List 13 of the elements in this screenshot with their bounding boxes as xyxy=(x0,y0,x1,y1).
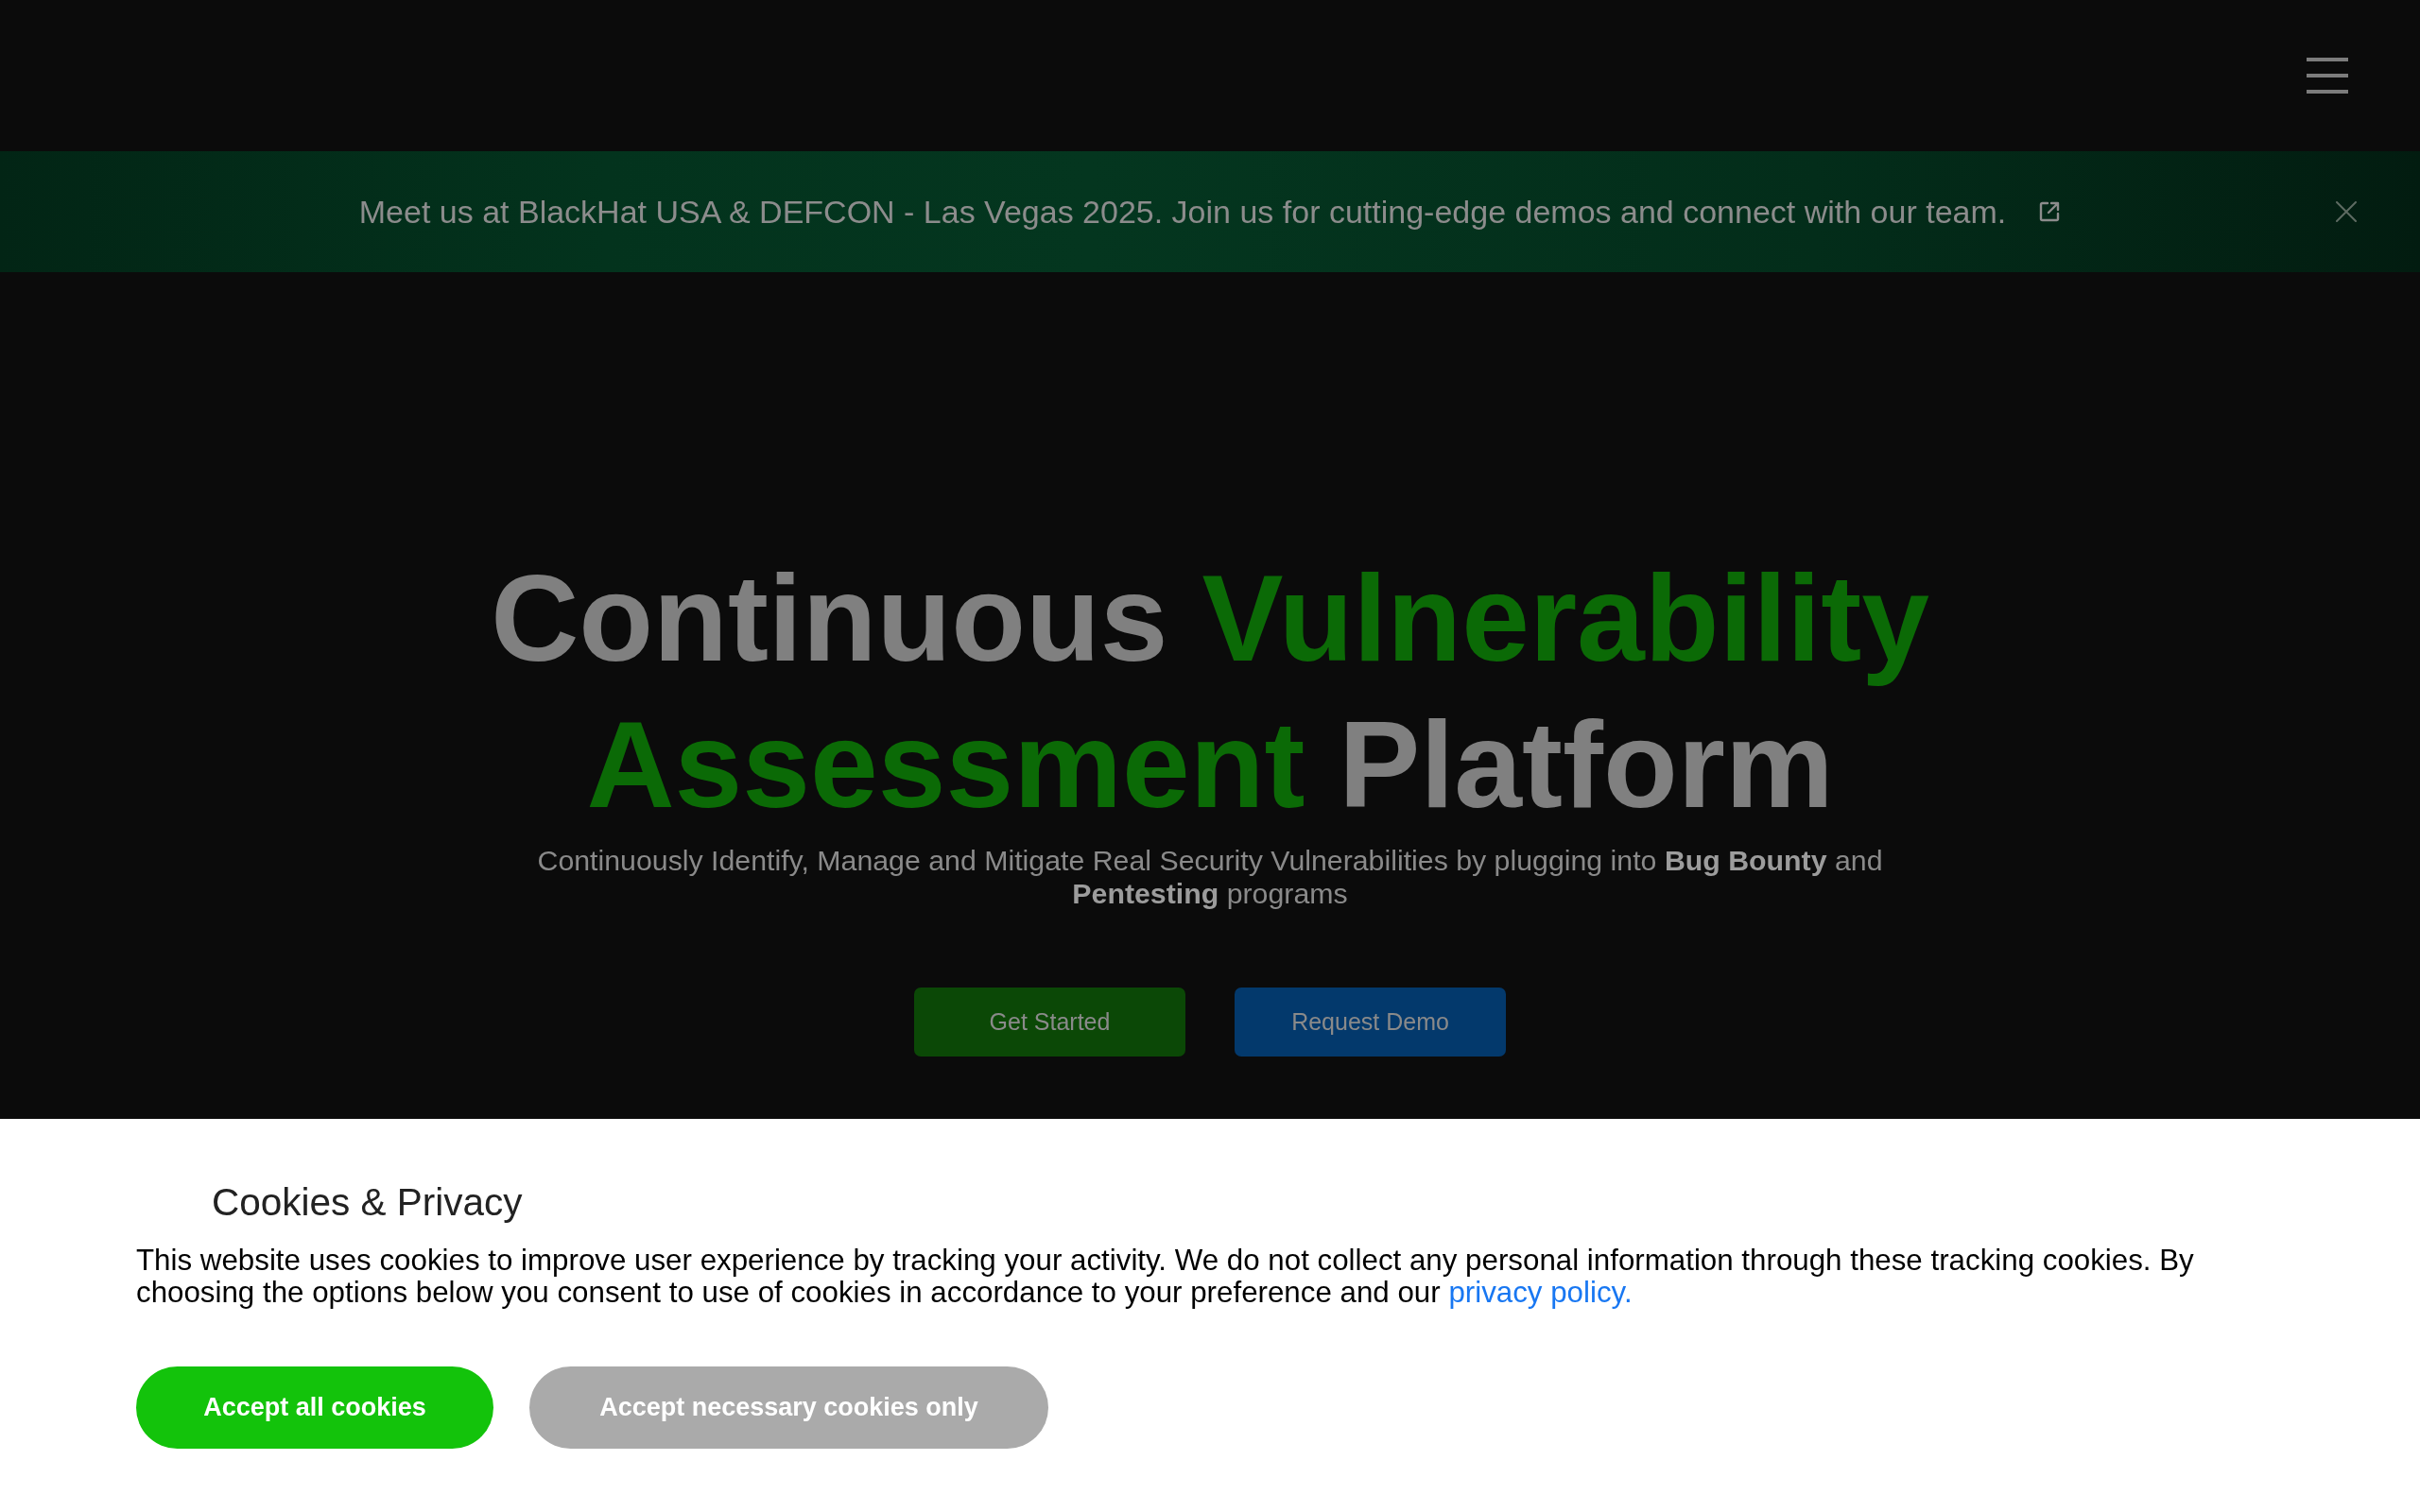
cookie-notice-text: This website uses cookies to improve user experience by tracking your activity. We do not collect any personal information through these tracking cookies. By choosing the options below you consent to use of cookies in accordance to your preference and our privacy policy. xyxy=(136,1245,2195,1309)
menu-icon[interactable] xyxy=(2307,58,2348,94)
external-link-icon xyxy=(2038,200,2062,223)
accept-all-button[interactable]: Accept all cookies xyxy=(136,1366,493,1449)
accept-necessary-button[interactable]: Accept necessary cookies only xyxy=(529,1366,1048,1449)
cookie-title: Cookies & Privacy xyxy=(212,1179,524,1225)
hero-heading: Continuous Vulnerability Assessment Platform xyxy=(490,549,1930,834)
get-started-button[interactable]: Get Started xyxy=(914,988,1185,1057)
hero-subtitle: Continuously Identify, Manage and Mitigate Real Security Vulnerabilities by plugging into Bug Bounty and Pentesting programs xyxy=(536,844,1884,910)
close-icon[interactable] xyxy=(2336,201,2357,222)
announcement-link[interactable]: Meet us at BlackHat USA & DEFCON - Las Vegas 2025. Join us for cutting-edge demos and connect with our team. xyxy=(358,193,2007,231)
privacy-policy-link[interactable]: privacy policy. xyxy=(1448,1276,1633,1309)
request-demo-button[interactable]: Request Demo xyxy=(1235,988,1506,1057)
